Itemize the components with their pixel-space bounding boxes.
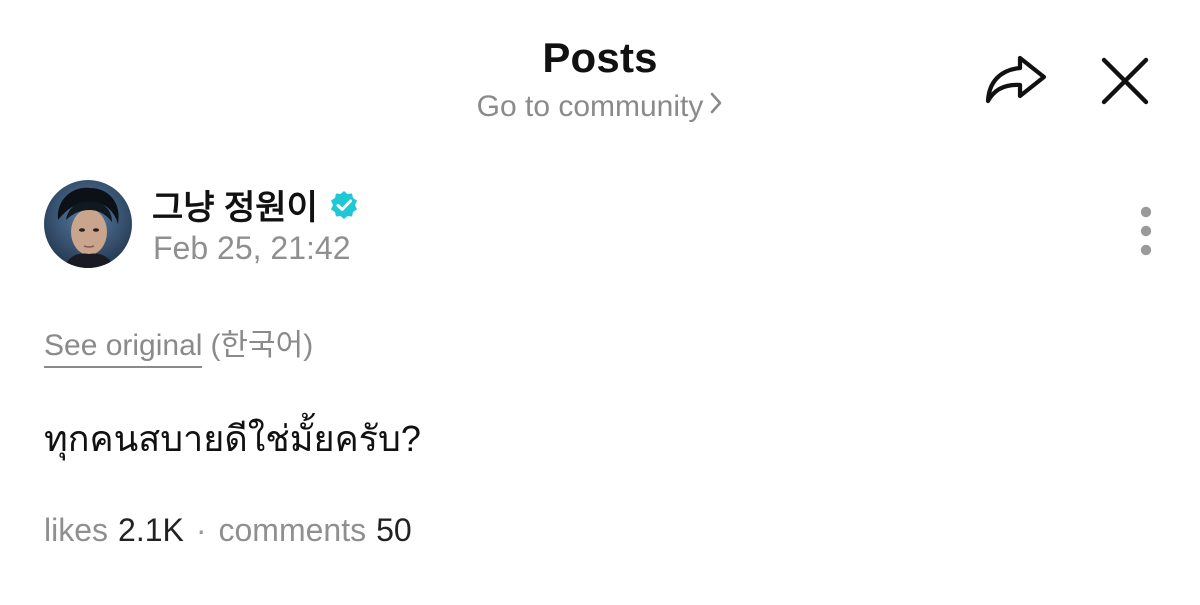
translation-row: See original (한국어): [44, 320, 314, 368]
see-original-link[interactable]: See original: [44, 329, 203, 368]
close-button[interactable]: [1098, 54, 1152, 108]
close-icon[interactable]: [1098, 54, 1152, 108]
community-link-label[interactable]: Go to community: [477, 90, 704, 123]
avatar[interactable]: [44, 180, 132, 268]
share-button[interactable]: [982, 52, 1050, 108]
post-stats: likes 2.1K · comments 50: [44, 512, 412, 549]
author-name-label[interactable]: 그냥 정원이: [152, 180, 318, 229]
stats-separator: ·: [195, 512, 207, 548]
verified-badge-icon: [328, 189, 360, 221]
likes-label[interactable]: likes: [44, 512, 108, 548]
share-arrow-icon[interactable]: [982, 52, 1050, 108]
more-vertical-icon[interactable]: [1130, 204, 1162, 262]
more-options-button[interactable]: [1130, 204, 1162, 262]
comments-label[interactable]: comments: [219, 512, 367, 548]
chevron-right-icon: [709, 89, 723, 123]
post-detail-page: Posts Go to community 그냥 정원이 Feb 25, 21:…: [0, 0, 1200, 605]
likes-count[interactable]: 2.1K: [118, 512, 184, 548]
original-language-label: (한국어): [210, 329, 314, 362]
post-timestamp: Feb 25, 21:42: [153, 230, 351, 266]
author-name[interactable]: 그냥 정원이: [152, 180, 360, 229]
comments-count[interactable]: 50: [376, 512, 412, 548]
post-text: ทุกคนสบายดีใช่มั้ยครับ?: [44, 418, 421, 459]
